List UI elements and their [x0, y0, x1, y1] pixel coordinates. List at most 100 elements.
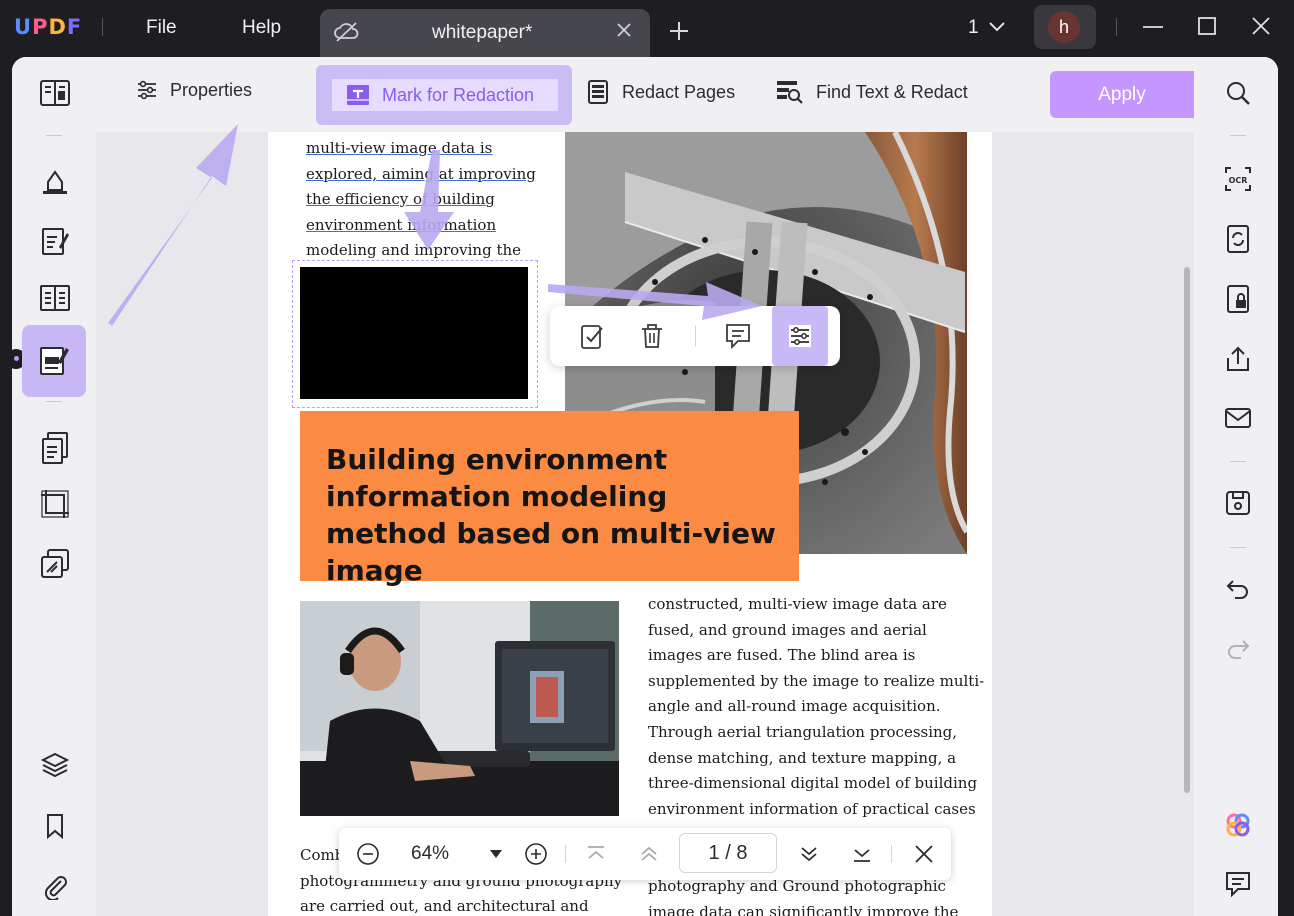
comment-icon[interactable]	[722, 320, 754, 352]
text-line[interactable]: images are fused. The blind area is	[648, 643, 978, 669]
find-text-redact-button[interactable]: Find Text & Redact	[776, 79, 968, 105]
text-line[interactable]: environment information	[306, 213, 536, 239]
menu-help[interactable]: Help	[242, 17, 281, 39]
zoom-in-icon[interactable]	[523, 841, 549, 867]
text-line[interactable]: environment information of practical cas…	[648, 797, 978, 823]
redaction-mark[interactable]	[300, 267, 528, 399]
redaction-context-toolbar	[550, 306, 840, 366]
first-page-icon[interactable]	[583, 841, 609, 867]
redaction-toolbar: Properties Mark for Redaction Redact Pag…	[96, 57, 1192, 132]
text-line[interactable]: multi-view image data is	[306, 136, 536, 162]
right-tool-rail: OCR	[1194, 57, 1278, 916]
left-tool-rail	[12, 57, 96, 916]
redo-icon[interactable]	[1222, 633, 1254, 665]
redaction-properties-icon[interactable]	[772, 306, 828, 366]
search-icon[interactable]	[1222, 77, 1254, 109]
divider	[46, 401, 62, 402]
zoom-level[interactable]: 64%	[411, 843, 449, 865]
last-page-icon[interactable]	[849, 841, 875, 867]
protect-pdf-icon[interactable]	[1222, 283, 1254, 315]
mark-for-redaction-highlight: Mark for Redaction	[316, 65, 572, 125]
heading-banner: Building environment information modelin…	[300, 411, 799, 587]
zoom-navigation-bar: 64% 1 / 8	[339, 828, 951, 880]
next-page-icon[interactable]	[796, 841, 822, 867]
text-line[interactable]: are carried out, and architectural and	[300, 894, 630, 916]
menu-file[interactable]: File	[146, 17, 177, 39]
comments-panel-icon[interactable]	[1222, 868, 1254, 900]
pdf-page[interactable]: multi-view image data is explored, aimin…	[268, 132, 992, 916]
svg-text:OCR: OCR	[1229, 176, 1248, 185]
close-tab-icon[interactable]	[616, 22, 632, 43]
divider	[1230, 135, 1246, 136]
apply-button[interactable]: Apply	[1050, 71, 1194, 118]
text-line[interactable]: three-dimensional digital model of build…	[648, 771, 978, 797]
stamp-icon[interactable]	[34, 543, 76, 585]
divider	[695, 326, 696, 346]
title-bar: UPDF File Help whitepaper* 1 h	[0, 0, 1294, 57]
layers-icon[interactable]	[34, 744, 76, 786]
properties-button[interactable]: Properties	[136, 79, 252, 101]
previous-page-icon[interactable]	[636, 841, 662, 867]
share-icon[interactable]	[1222, 343, 1254, 375]
chevron-down-icon[interactable]	[988, 20, 1006, 38]
text-line[interactable]: fused, and ground images and aerial	[648, 618, 978, 644]
undo-icon[interactable]	[1222, 573, 1254, 605]
column-1-text[interactable]: multi-view image data is explored, aimin…	[306, 136, 536, 264]
vertical-scrollbar[interactable]	[1184, 267, 1190, 793]
zoom-dropdown-icon[interactable]	[483, 841, 509, 867]
redact-tool-icon[interactable]	[22, 325, 86, 397]
edit-pdf-icon[interactable]	[34, 220, 76, 262]
ocr-icon[interactable]: OCR	[1222, 163, 1254, 195]
text-line[interactable]: supplemented by the image to realize mul…	[648, 669, 984, 695]
divider	[1230, 547, 1246, 548]
main-window: Properties Mark for Redaction Redact Pag…	[12, 57, 1278, 916]
avatar: h	[1048, 11, 1080, 43]
text-line[interactable]: angle and all-round image acquisition.	[648, 694, 978, 720]
apply-redaction-icon[interactable]	[576, 320, 608, 352]
text-line[interactable]: the efficiency of building	[306, 187, 536, 213]
column-2-text[interactable]: constructed, multi-view image data are f…	[648, 592, 984, 823]
document-tab[interactable]: whitepaper*	[320, 9, 650, 57]
form-icon[interactable]	[34, 277, 76, 319]
divider	[891, 845, 892, 863]
mark-redaction-icon	[347, 85, 369, 105]
close-zoom-bar-icon[interactable]	[911, 841, 937, 867]
find-redact-label: Find Text & Redact	[816, 81, 968, 102]
divider	[1116, 18, 1117, 36]
app-logo: UPDF	[14, 15, 83, 39]
text-line[interactable]: dense matching, and texture mapping, a	[648, 746, 978, 772]
mark-for-redaction-button[interactable]: Mark for Redaction	[332, 79, 558, 111]
text-line[interactable]: explored, aiming at improving	[306, 162, 536, 188]
column-2-lower-text[interactable]: photography and Ground photographic imag…	[648, 874, 978, 916]
delete-icon[interactable]	[636, 320, 668, 352]
attachment-icon[interactable]	[34, 865, 76, 907]
unsaved-cloud-icon	[334, 21, 360, 48]
new-tab-icon[interactable]	[666, 18, 692, 49]
window-count[interactable]: 1	[968, 17, 979, 39]
organize-pages-icon[interactable]	[34, 427, 76, 469]
zoom-out-icon[interactable]	[355, 841, 381, 867]
text-line[interactable]: Through aerial triangulation processing,	[648, 720, 978, 746]
divider	[102, 18, 103, 36]
close-window-icon[interactable]	[1251, 16, 1271, 41]
text-line[interactable]: image data can significantly improve the	[648, 900, 978, 916]
bookmark-icon[interactable]	[34, 805, 76, 847]
save-icon[interactable]	[1222, 487, 1254, 519]
text-line[interactable]: constructed, multi-view image data are	[648, 592, 978, 618]
divider	[565, 845, 566, 863]
ai-assistant-icon[interactable]	[1222, 809, 1254, 841]
redact-pages-button[interactable]: Redact Pages	[586, 79, 735, 105]
page-number-input[interactable]: 1 / 8	[679, 833, 777, 873]
document-canvas[interactable]: multi-view image data is explored, aimin…	[96, 132, 1194, 916]
section-heading[interactable]: Building environment information modelin…	[326, 441, 796, 589]
email-icon[interactable]	[1222, 402, 1254, 434]
account-button[interactable]: h	[1034, 5, 1096, 49]
convert-pdf-icon[interactable]	[1222, 223, 1254, 255]
divider	[46, 135, 62, 136]
redact-pages-label: Redact Pages	[622, 81, 736, 102]
highlighter-comment-icon[interactable]	[34, 159, 76, 201]
reader-mode-icon[interactable]	[34, 72, 76, 114]
crop-icon[interactable]	[34, 483, 76, 525]
minimize-icon[interactable]	[1142, 16, 1164, 43]
maximize-icon[interactable]	[1197, 16, 1217, 41]
